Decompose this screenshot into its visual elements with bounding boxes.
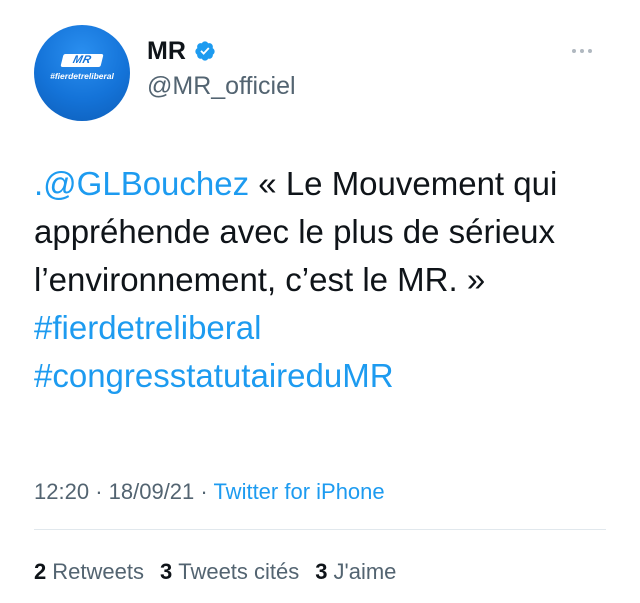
quotes-count: 3 bbox=[159, 559, 173, 584]
retweets-count: 2 bbox=[34, 559, 47, 584]
mr-logo: MR bbox=[60, 54, 104, 67]
hashtag-link[interactable]: #congresstatutaireduMR bbox=[34, 357, 394, 394]
likes-count: 3 bbox=[315, 559, 328, 584]
likes-stat[interactable]: 3 J'aime bbox=[315, 556, 396, 588]
verified-badge-icon bbox=[195, 41, 215, 61]
retweets-label: Retweets bbox=[52, 559, 144, 584]
likes-label: J'aime bbox=[333, 559, 397, 584]
tweet-source[interactable]: Twitter for iPhone bbox=[213, 479, 384, 504]
retweets-stat[interactable]: 2 Retweets bbox=[34, 556, 144, 588]
tweet-text: .@GLBouchez « Le Mouvement qui appréhend… bbox=[34, 160, 624, 400]
meta-separator: · bbox=[95, 479, 103, 504]
meta-separator: · bbox=[200, 479, 208, 504]
tweet-stats: 2 Retweets 3 Tweets cités 3 J'aime bbox=[34, 556, 396, 588]
mention-link[interactable]: .@GLBouchez bbox=[34, 165, 249, 202]
more-options-icon[interactable] bbox=[572, 44, 608, 58]
divider bbox=[34, 529, 606, 530]
display-name-row[interactable]: MR bbox=[147, 36, 216, 66]
tweet-date[interactable]: 18/09/21 bbox=[109, 479, 195, 504]
display-name[interactable]: MR bbox=[147, 36, 186, 66]
hashtag-link[interactable]: #fierdetreliberal bbox=[34, 309, 261, 346]
tweet-time[interactable]: 12:20 bbox=[34, 479, 89, 504]
quotes-label: Tweets cités bbox=[178, 559, 300, 584]
quotes-stat[interactable]: 3 Tweets cités bbox=[160, 556, 299, 588]
tweet-meta: 12:20 · 18/09/21 · Twitter for iPhone bbox=[34, 475, 385, 509]
avatar[interactable]: MR #fierdetreliberal bbox=[34, 25, 130, 121]
user-handle[interactable]: @MR_officiel bbox=[147, 71, 296, 101]
avatar-hashtag: #fierdetreliberal bbox=[50, 71, 114, 81]
